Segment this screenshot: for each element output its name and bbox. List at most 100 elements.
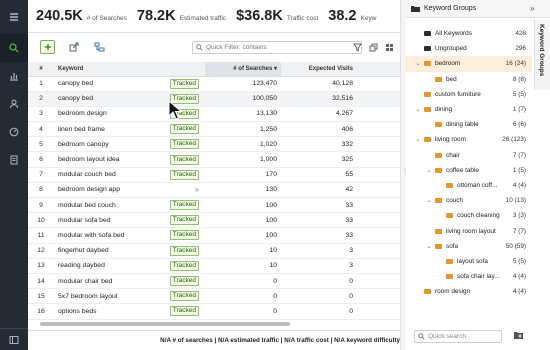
- quick-filter-input[interactable]: Quick Filter: contains: [192, 41, 362, 54]
- group-item[interactable]: bed 8 (8): [406, 72, 532, 87]
- share-icon: [69, 42, 78, 52]
- table-row[interactable]: 7 modular couch bed Tracked 170 55: [28, 167, 406, 183]
- quick-search-input[interactable]: Quick search: [414, 330, 502, 343]
- col-header-cost[interactable]: Co: [357, 62, 406, 77]
- col-header-index[interactable]: #: [28, 62, 54, 77]
- group-name: coffee table: [446, 166, 479, 174]
- table-row[interactable]: 10 modular sofa bed Tracked 100 33: [28, 212, 406, 229]
- vertical-tab-label: Keyword Groups: [538, 24, 545, 77]
- group-item[interactable]: ⌄ coffee table 1 (5): [406, 163, 532, 178]
- table-row[interactable]: 11 modular with sofa bed Tracked 100 33: [28, 227, 406, 244]
- group-item[interactable]: ⌄ bedroom 16 (24): [406, 56, 532, 72]
- group-item[interactable]: ⌄ living room 26 (123): [406, 132, 532, 147]
- group-item[interactable]: room design 4 (4): [406, 284, 532, 299]
- group-item[interactable]: custom furniture 5 (5): [406, 87, 532, 102]
- col-header-visits[interactable]: Expected Visits: [281, 62, 357, 77]
- nav-search[interactable]: [0, 34, 28, 62]
- group-item[interactable]: dining table 6 (6): [406, 117, 532, 132]
- group-item[interactable]: Ungrouped 296: [406, 41, 532, 56]
- nav-charts[interactable]: [0, 62, 28, 90]
- stat-value: $36.8K: [236, 8, 283, 24]
- table-row[interactable]: 15 5x7 bedroom layout Tracked 0 0: [28, 288, 406, 305]
- horizontal-scrollbar[interactable]: [40, 322, 290, 326]
- main-area: 240.5K # of Searches 78.2K Estimated tra…: [28, 0, 406, 350]
- row-index: 4: [28, 121, 54, 138]
- group-item[interactable]: ⌄ dining 1 (7): [406, 102, 532, 117]
- row-index: 9: [28, 197, 54, 214]
- stat-cost: $36.8K Traffic cost: [236, 8, 318, 24]
- keyword-text: modular with sofa bed: [58, 231, 125, 239]
- columns-button[interactable]: [382, 40, 397, 54]
- keyword-text: canopy bed: [58, 80, 94, 88]
- group-item[interactable]: ⌄ couch 10 (13): [406, 193, 532, 208]
- group-count: 4 (4): [512, 288, 526, 296]
- group-name: dining: [435, 106, 453, 114]
- table-row[interactable]: 9 modular bed couch Tracked 100 33: [28, 197, 406, 214]
- keyword-text: reading daybed: [58, 262, 105, 270]
- table-row[interactable]: 1 canopy bed Tracked 123,470 40,128: [28, 76, 406, 92]
- group-item[interactable]: sofa chair lay... 4 (4): [406, 269, 532, 284]
- table-row[interactable]: 12 fingerhut daybed Tracked 10 3: [28, 243, 406, 259]
- table-row[interactable]: 8 bedroom design app » 130 42: [28, 182, 406, 199]
- copy-button[interactable]: [366, 40, 381, 54]
- nav-logo[interactable]: [0, 0, 28, 34]
- cost-cell: [357, 197, 406, 214]
- group-item[interactable]: chair 7 (7): [406, 148, 532, 163]
- searches-cell: 0: [205, 273, 281, 290]
- add-group-button[interactable]: [514, 331, 524, 342]
- group-item[interactable]: couch cleaning 3 (3): [406, 208, 532, 223]
- chevron-down-icon[interactable]: ⌄: [414, 106, 422, 113]
- col-header-keyword[interactable]: Keyword: [54, 62, 205, 77]
- table-row[interactable]: 6 bedroom layout idea Tracked 1,000 325: [28, 151, 406, 168]
- col-header-searches[interactable]: # of Searches ▾: [205, 62, 281, 77]
- table-row[interactable]: 13 reading daybed Tracked 10 3: [28, 258, 406, 274]
- filter-button[interactable]: [350, 40, 365, 54]
- group-name: couch cleaning: [457, 212, 500, 220]
- nav-reports[interactable]: [0, 146, 28, 174]
- table-row[interactable]: 4 linen bed frame Tracked 1,250 406: [28, 121, 406, 138]
- group-item[interactable]: living room layout 7 (7): [406, 223, 532, 238]
- summary-footer: N/A # of searches | N/A estimated traffi…: [28, 330, 406, 350]
- nav-user[interactable]: [0, 90, 28, 118]
- add-keywords-button[interactable]: [40, 40, 55, 54]
- folder-icon: [424, 289, 431, 295]
- chevron-down-icon[interactable]: ⌄: [425, 243, 433, 250]
- group-count: 4 (4): [512, 273, 526, 281]
- cost-cell: [357, 121, 406, 138]
- nav-collapse[interactable]: [0, 328, 28, 350]
- cost-cell: [357, 212, 406, 229]
- chevron-down-icon[interactable]: ⌄: [425, 197, 433, 204]
- group-count: 26 (123): [502, 136, 526, 144]
- group-item[interactable]: All Keywords 428: [406, 26, 532, 41]
- row-index: 16: [28, 303, 54, 320]
- export-button[interactable]: [66, 40, 81, 54]
- chevron-down-icon[interactable]: ⌄: [414, 60, 422, 67]
- group-item[interactable]: layout sofa 5 (5): [406, 254, 532, 269]
- keyword-groups-vertical-tab[interactable]: Keyword Groups: [534, 20, 550, 90]
- stack-logo-icon: [10, 13, 18, 21]
- table-row[interactable]: 5 bedroom canopy Tracked 1,020 332: [28, 136, 406, 153]
- keyword-cell: modular chair bed Tracked: [54, 273, 205, 290]
- nav-gauge[interactable]: [0, 118, 28, 146]
- bar-chart-icon: [10, 73, 18, 81]
- visits-cell: 32,516: [281, 91, 357, 107]
- cost-cell: [357, 227, 406, 244]
- group-item[interactable]: ⌄ sofa 50 (59): [406, 239, 532, 254]
- table-row[interactable]: 3 bedroom design Tracked 13,130 4,267: [28, 106, 406, 123]
- searches-cell: 100: [205, 212, 281, 229]
- group-item[interactable]: ottoman coff... 4 (4): [406, 178, 532, 193]
- row-index: 3: [28, 106, 54, 123]
- table-row[interactable]: 14 modular chair bed Tracked 0 0: [28, 273, 406, 290]
- search-icon: [418, 333, 425, 340]
- keyword-text: bedroom design app: [58, 186, 120, 194]
- move-to-group-button[interactable]: [92, 40, 107, 54]
- chevron-down-icon[interactable]: ⌄: [425, 167, 433, 174]
- table-row[interactable]: 16 options beds Tracked 0 0: [28, 303, 406, 320]
- stats-bar: 240.5K # of Searches 78.2K Estimated tra…: [28, 0, 406, 33]
- collapse-panel-icon[interactable]: »: [530, 4, 534, 13]
- expand-arrows-icon[interactable]: »: [195, 185, 199, 194]
- keyword-text: bedroom design: [58, 110, 107, 118]
- chevron-down-icon[interactable]: ⌄: [414, 136, 422, 143]
- table-row[interactable]: 2 canopy bed Tracked 100,050 32,516: [28, 91, 406, 107]
- row-index: 1: [28, 76, 54, 92]
